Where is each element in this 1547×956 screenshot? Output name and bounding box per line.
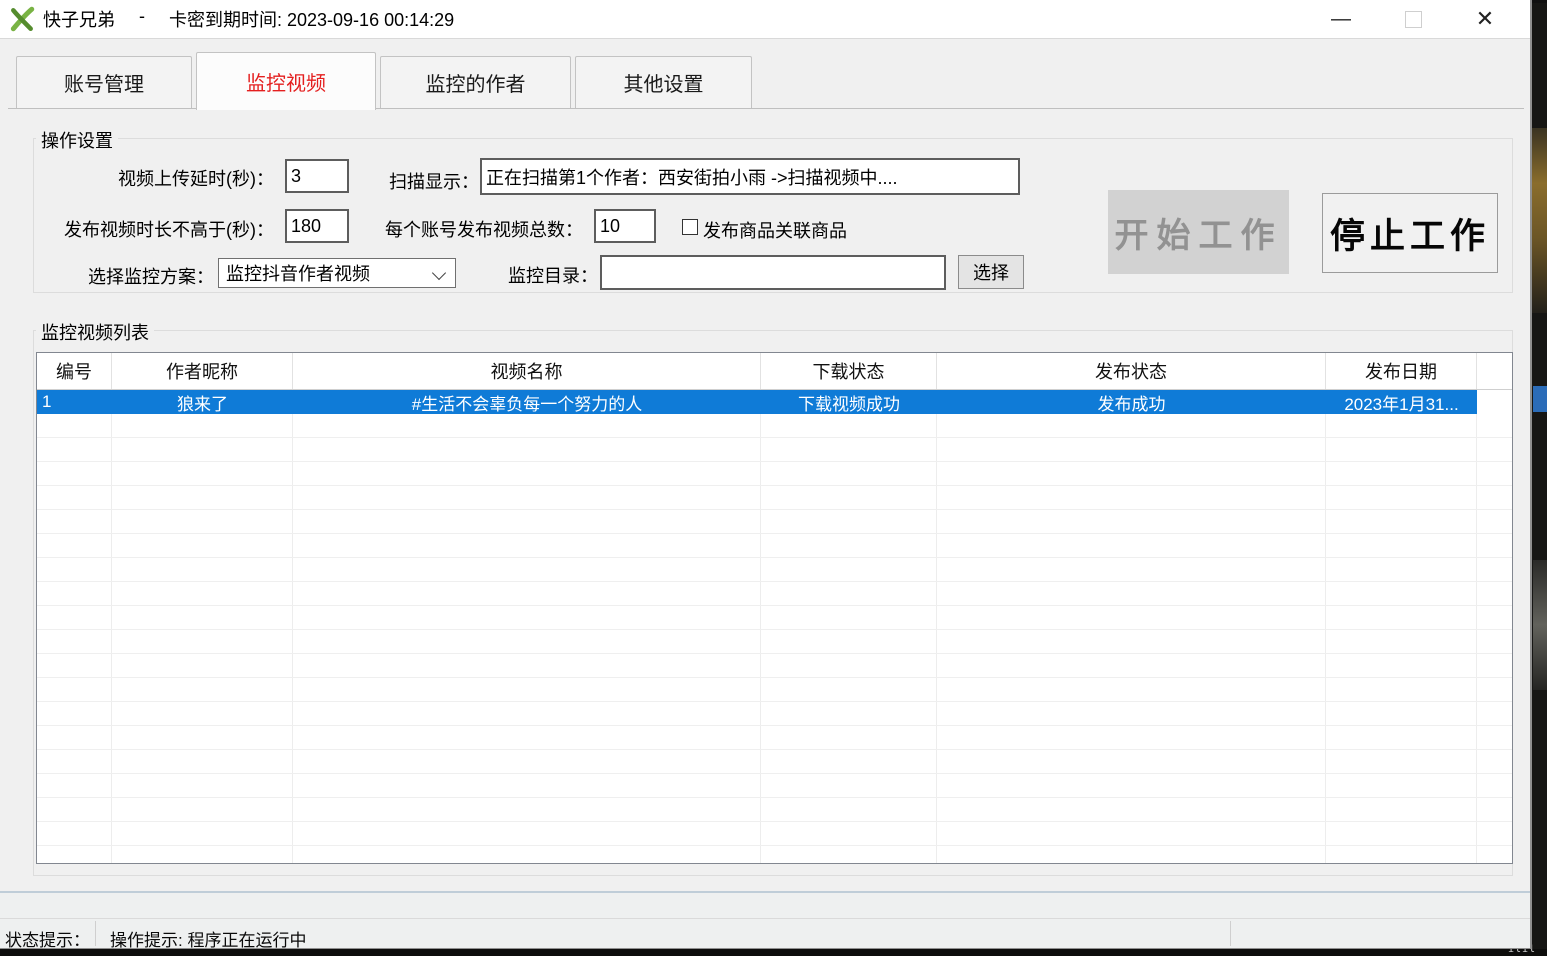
video-list-group-title: 监控视频列表 (36, 319, 154, 345)
column-header-filler (1477, 353, 1512, 389)
tab-label: 监控的作者 (426, 68, 526, 97)
max-duration-label: 发布视频时长不高于(秒)： (30, 216, 274, 242)
column-header-3[interactable]: 视频名称 (293, 353, 761, 389)
minimize-icon: — (1331, 14, 1351, 24)
tab-other-settings[interactable]: 其他设置 (575, 56, 752, 108)
app-logo-icon (9, 6, 35, 32)
tab-label: 监控视频 (246, 67, 326, 96)
table-cell: 狼来了 (112, 390, 293, 414)
table-cell: #生活不会辜负每一个努力的人 (293, 390, 761, 414)
scan-display-input[interactable] (480, 158, 1020, 195)
upload-delay-label: 视频上传延时(秒)： (60, 165, 274, 191)
wallpaper-texture (1533, 386, 1547, 412)
table-cell: 2023年1月31... (1326, 390, 1477, 414)
statusbar-divider (0, 918, 1530, 919)
tab-account-management[interactable]: 账号管理 (16, 56, 192, 108)
monitor-dir-input[interactable] (600, 255, 946, 290)
tab-label: 其他设置 (624, 68, 704, 97)
title-separator: - (139, 6, 145, 32)
title-bar: 快子兄弟 - 卡密到期时间: 2023-09-16 00:14:29 — ✕ (0, 0, 1530, 39)
license-expiry: 卡密到期时间: 2023-09-16 00:14:29 (169, 6, 454, 32)
tab-label: 账号管理 (64, 68, 144, 97)
monitor-plan-label: 选择监控方案： (60, 263, 214, 289)
column-header-2[interactable]: 作者昵称 (112, 353, 293, 389)
column-header-4[interactable]: 下载状态 (761, 353, 937, 389)
close-button[interactable]: ✕ (1462, 0, 1508, 38)
window-controls: — ✕ (1318, 0, 1508, 38)
wallpaper-texture (1533, 560, 1547, 690)
publish-product-checkbox-label: 发布商品关联商品 (703, 217, 847, 243)
table-cell: 下载视频成功 (761, 390, 937, 414)
maximize-icon (1405, 11, 1422, 28)
per-account-total-input[interactable] (594, 209, 656, 243)
table-row[interactable]: 1狼来了#生活不会辜负每一个努力的人下载视频成功发布成功2023年1月31... (37, 390, 1477, 414)
table-header: 编号作者昵称视频名称下载状态发布状态发布日期 (37, 353, 1512, 390)
choose-dir-button[interactable]: 选择 (958, 255, 1024, 289)
close-icon: ✕ (1476, 6, 1494, 32)
table-cell: 发布成功 (937, 390, 1326, 414)
chevron-down-icon (432, 266, 446, 280)
maximize-button[interactable] (1390, 0, 1436, 38)
settings-group-title: 操作设置 (36, 127, 118, 153)
per-account-total-label: 每个账号发布视频总数： (385, 216, 583, 242)
monitor-dir-label: 监控目录： (508, 262, 598, 288)
tab-monitored-authors[interactable]: 监控的作者 (380, 56, 571, 108)
screen: ılıl 快子兄弟 - 卡密到期时间: 2023-09-16 00:14:29 … (0, 0, 1547, 956)
window-title: 快子兄弟 - 卡密到期时间: 2023-09-16 00:14:29 (43, 6, 454, 32)
publish-product-checkbox[interactable] (682, 219, 698, 235)
scan-display-label: 扫描显示： (389, 168, 479, 194)
status-hint-label: 状态提示： (5, 926, 90, 951)
column-header-6[interactable]: 发布日期 (1326, 353, 1477, 389)
wallpaper-texture (1532, 128, 1547, 313)
upload-delay-input[interactable] (285, 159, 349, 193)
status-message: 操作提示: 程序正在运行中 (110, 926, 306, 951)
table-cell: 1 (37, 390, 112, 414)
app-name: 快子兄弟 (43, 6, 115, 32)
start-work-button-label: 开始工作 (1115, 208, 1283, 257)
tab-monitor-video[interactable]: 监控视频 (196, 52, 376, 110)
monitor-plan-select[interactable]: 监控抖音作者视频 (218, 258, 456, 288)
monitor-plan-value: 监控抖音作者视频 (226, 260, 370, 286)
status-panel-separator (1230, 921, 1231, 946)
stop-work-button-label: 停止工作 (1330, 208, 1490, 259)
choose-dir-button-label: 选择 (973, 259, 1009, 285)
minimize-button[interactable]: — (1318, 0, 1364, 38)
column-header-5[interactable]: 发布状态 (937, 353, 1326, 389)
max-duration-input[interactable] (285, 209, 349, 243)
grid-rows (37, 414, 1512, 863)
column-header-1[interactable]: 编号 (37, 353, 112, 389)
video-table[interactable]: 编号作者昵称视频名称下载状态发布状态发布日期 1狼来了#生活不会辜负每一个努力的… (36, 352, 1513, 864)
app-window: 快子兄弟 - 卡密到期时间: 2023-09-16 00:14:29 — ✕ 账… (0, 0, 1532, 949)
start-work-button[interactable]: 开始工作 (1108, 190, 1289, 274)
stop-work-button[interactable]: 停止工作 (1322, 193, 1498, 273)
status-panel-separator (95, 921, 96, 946)
